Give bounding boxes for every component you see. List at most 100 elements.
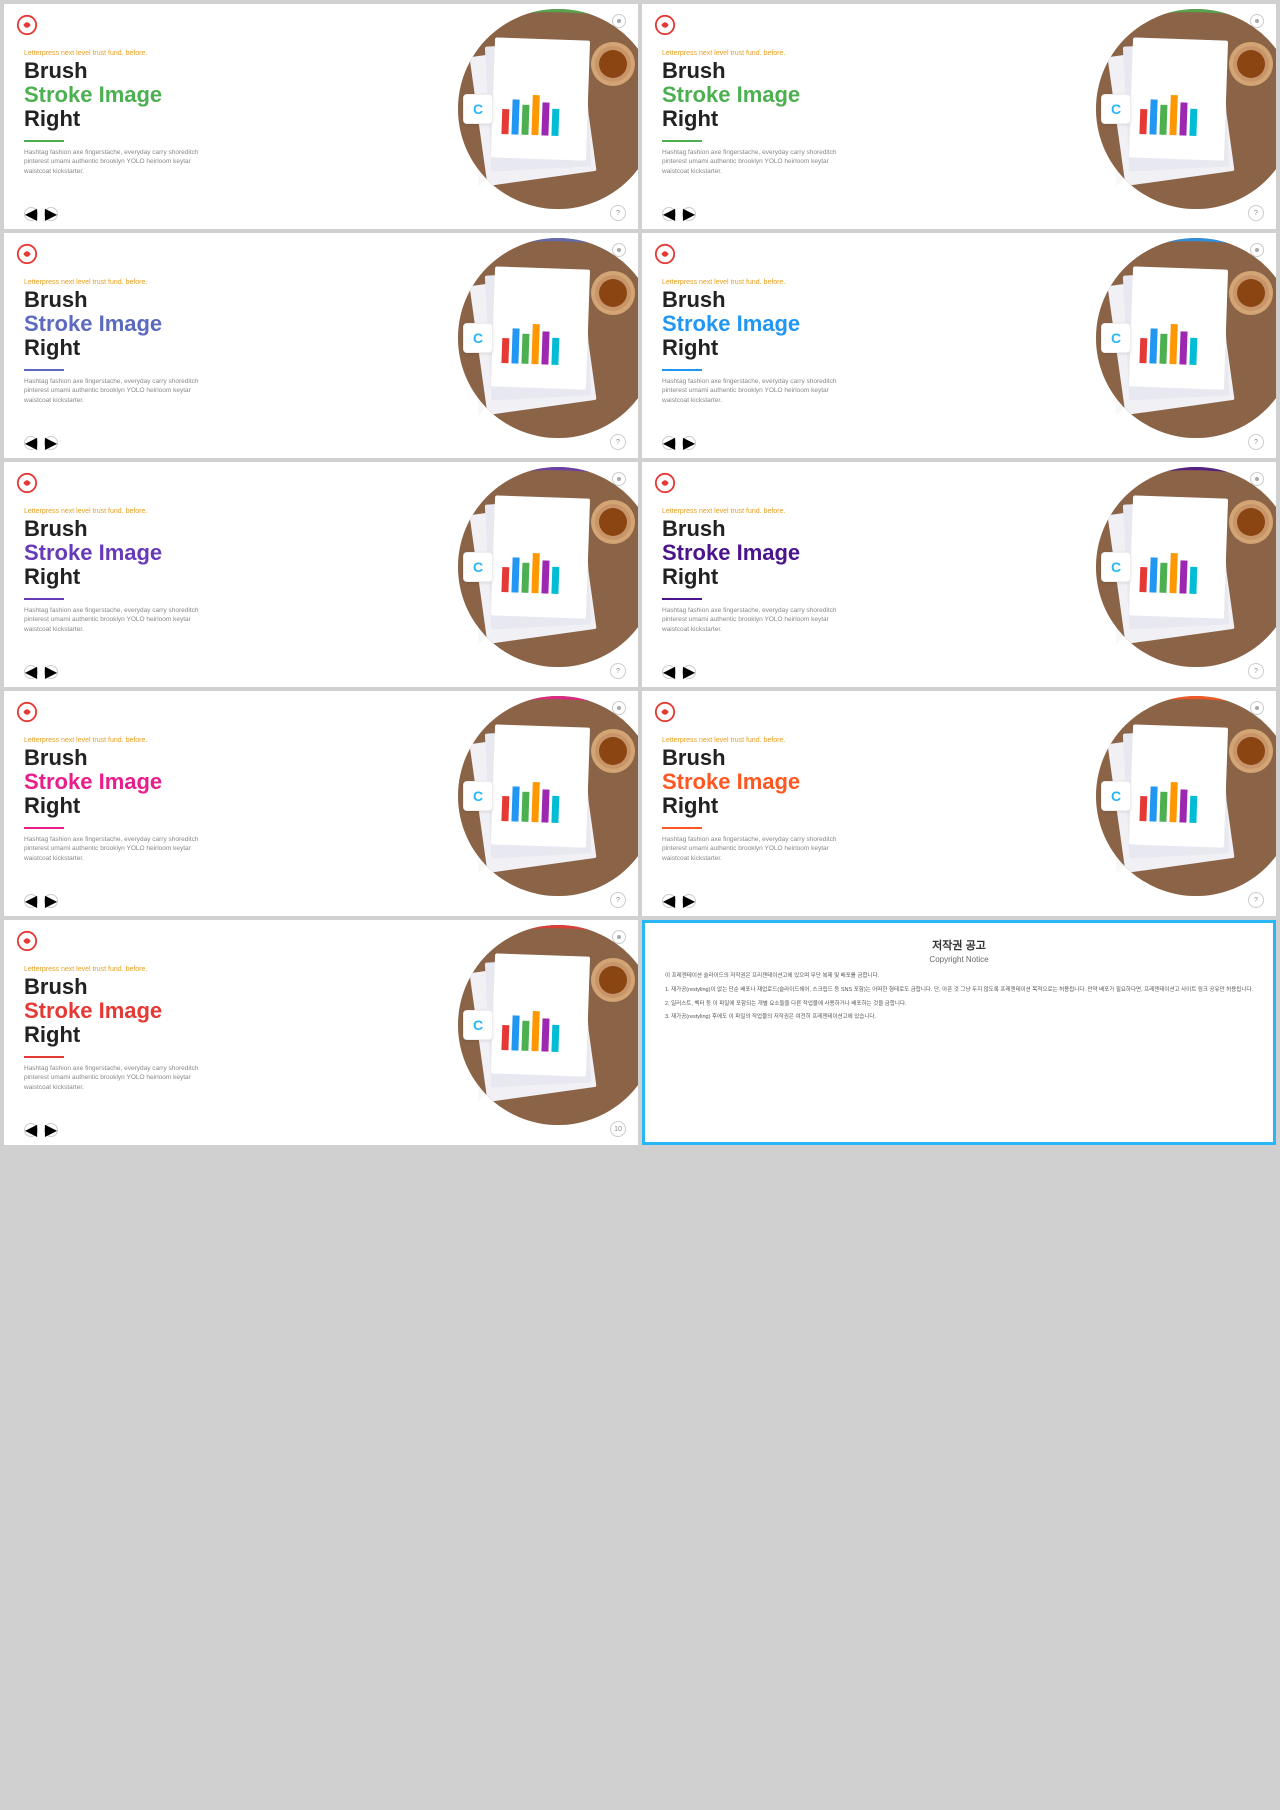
divider-9 [24, 1056, 64, 1058]
c-badge-7: C [463, 781, 493, 811]
logo-7 [16, 701, 38, 723]
title-stroke-2: Stroke Image [662, 83, 1256, 107]
copyright-para-2: 1. 재가공(restyling)이 없는 단순 배포나 재업로드(슬라이드쉐어… [665, 986, 1253, 995]
nav-right-8[interactable]: ▶ [682, 894, 696, 908]
slide-subtitle-1: Letterpress next level trust fund. befor… [24, 50, 618, 57]
nav-left-4[interactable]: ◀ [662, 436, 676, 450]
copyright-title: 저작권 공고 [665, 937, 1253, 953]
copyright-subtitle: Copyright Notice [665, 955, 1253, 964]
slide-content-8: Letterpress next level trust fund. befor… [662, 737, 1256, 864]
c-badge-9: C [463, 1010, 493, 1040]
slide-5: Letterpress next level trust fund. befor… [4, 462, 638, 687]
slide-subtitle-2: Letterpress next level trust fund. befor… [662, 50, 1256, 57]
slide-1: Letterpress next level trust fund. befor… [4, 4, 638, 229]
nav-left-5[interactable]: ◀ [24, 665, 38, 679]
nav-right-3[interactable]: ▶ [44, 436, 58, 450]
title-right-2: Right [662, 107, 1256, 131]
page-num-1: ? [610, 205, 626, 221]
title-stroke-8: Stroke Image [662, 770, 1256, 794]
slide-subtitle-3: Letterpress next level trust fund. befor… [24, 279, 618, 286]
nav-left-7[interactable]: ◀ [24, 894, 38, 908]
logo-4 [654, 243, 676, 265]
slide-content-4: Letterpress next level trust fund. befor… [662, 279, 1256, 406]
slide-bottom-7: ◀ ▶ [24, 894, 58, 908]
slide-2: Letterpress next level trust fund. befor… [642, 4, 1276, 229]
page-num-3: ? [610, 434, 626, 450]
title-right-1: Right [24, 107, 618, 131]
title-brush-1: Brush [24, 59, 618, 83]
slide-subtitle-4: Letterpress next level trust fund. befor… [662, 279, 1256, 286]
title-brush-6: Brush [662, 517, 1256, 541]
nav-right-6[interactable]: ▶ [682, 665, 696, 679]
slide-copyright: 저작권 공고 Copyright Notice 이 프레젠테이션 슬라이드의 저… [642, 920, 1276, 1145]
slide-bottom-2: ◀ ▶ [662, 207, 696, 221]
copyright-para-3: 2. 일러스트, 벡터 등 이 파일에 포함되는 개별 요소들을 다른 작업물에… [665, 1000, 1253, 1009]
body-5: Hashtag fashion axe fingerstache, everyd… [24, 606, 204, 635]
nav-left-1[interactable]: ◀ [24, 207, 38, 221]
slide-3: Letterpress next level trust fund. befor… [4, 233, 638, 458]
divider-8 [662, 827, 702, 829]
nav-left-6[interactable]: ◀ [662, 665, 676, 679]
slide-bottom-8: ◀ ▶ [662, 894, 696, 908]
nav-right-1[interactable]: ▶ [44, 207, 58, 221]
title-stroke-9: Stroke Image [24, 999, 618, 1023]
slide-subtitle-8: Letterpress next level trust fund. befor… [662, 737, 1256, 744]
body-2: Hashtag fashion axe fingerstache, everyd… [662, 148, 842, 177]
page-num-5: ? [610, 663, 626, 679]
slide-subtitle-5: Letterpress next level trust fund. befor… [24, 508, 618, 515]
body-4: Hashtag fashion axe fingerstache, everyd… [662, 377, 842, 406]
divider-1 [24, 140, 64, 142]
logo-1 [16, 14, 38, 36]
title-stroke-3: Stroke Image [24, 312, 618, 336]
title-stroke-6: Stroke Image [662, 541, 1256, 565]
body-8: Hashtag fashion axe fingerstache, everyd… [662, 835, 842, 864]
slide-bottom-1: ◀ ▶ [24, 207, 58, 221]
logo-8 [654, 701, 676, 723]
body-9: Hashtag fashion axe fingerstache, everyd… [24, 1064, 204, 1093]
title-right-6: Right [662, 565, 1256, 589]
slide-content-7: Letterpress next level trust fund. befor… [24, 737, 618, 864]
c-badge-6: C [1101, 552, 1131, 582]
slide-subtitle-7: Letterpress next level trust fund. befor… [24, 737, 618, 744]
title-brush-7: Brush [24, 746, 618, 770]
slide-9: Letterpress next level trust fund. befor… [4, 920, 638, 1145]
nav-left-9[interactable]: ◀ [24, 1123, 38, 1137]
slide-content-1: Letterpress next level trust fund. befor… [24, 50, 618, 177]
title-stroke-4: Stroke Image [662, 312, 1256, 336]
slide-content-6: Letterpress next level trust fund. befor… [662, 508, 1256, 635]
slide-content-2: Letterpress next level trust fund. befor… [662, 50, 1256, 177]
nav-right-4[interactable]: ▶ [682, 436, 696, 450]
slide-content-9: Letterpress next level trust fund. befor… [24, 966, 618, 1093]
slide-6: Letterpress next level trust fund. befor… [642, 462, 1276, 687]
slide-8: Letterpress next level trust fund. befor… [642, 691, 1276, 916]
nav-left-2[interactable]: ◀ [662, 207, 676, 221]
slide-content-5: Letterpress next level trust fund. befor… [24, 508, 618, 635]
body-1: Hashtag fashion axe fingerstache, everyd… [24, 148, 204, 177]
nav-right-7[interactable]: ▶ [44, 894, 58, 908]
nav-left-8[interactable]: ◀ [662, 894, 676, 908]
nav-right-2[interactable]: ▶ [682, 207, 696, 221]
logo-3 [16, 243, 38, 265]
nav-right-9[interactable]: ▶ [44, 1123, 58, 1137]
divider-4 [662, 369, 702, 371]
title-stroke-1: Stroke Image [24, 83, 618, 107]
title-right-5: Right [24, 565, 618, 589]
nav-right-5[interactable]: ▶ [44, 665, 58, 679]
title-brush-3: Brush [24, 288, 618, 312]
logo-9 [16, 930, 38, 952]
nav-left-3[interactable]: ◀ [24, 436, 38, 450]
title-brush-2: Brush [662, 59, 1256, 83]
slide-4: Letterpress next level trust fund. befor… [642, 233, 1276, 458]
title-right-9: Right [24, 1023, 618, 1047]
c-badge-2: C [1101, 94, 1131, 124]
page-num-7: ? [610, 892, 626, 908]
title-brush-5: Brush [24, 517, 618, 541]
title-brush-8: Brush [662, 746, 1256, 770]
slide-subtitle-6: Letterpress next level trust fund. befor… [662, 508, 1256, 515]
slide-bottom-4: ◀ ▶ [662, 436, 696, 450]
title-right-3: Right [24, 336, 618, 360]
title-right-7: Right [24, 794, 618, 818]
logo-5 [16, 472, 38, 494]
slide-content-3: Letterpress next level trust fund. befor… [24, 279, 618, 406]
title-brush-9: Brush [24, 975, 618, 999]
